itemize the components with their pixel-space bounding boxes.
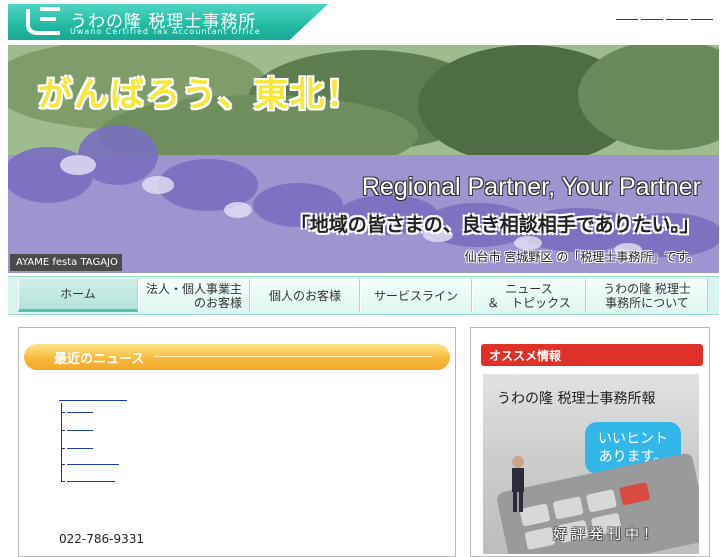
news-tree-tick: [61, 412, 65, 413]
news-tree-tick: [61, 430, 65, 431]
logo-icon[interactable]: [24, 6, 64, 36]
site-header: うわの隆 税理士事務所 Uwano Certified Tax Accounta…: [8, 0, 719, 42]
news-panel: 最近のニュース 022-786-9331: [18, 327, 456, 557]
top-link-4[interactable]: [691, 17, 713, 20]
nav-business-clients[interactable]: 法人・個人事業主 のお客様: [138, 279, 250, 312]
hero-headline: がんばろう、東北！: [38, 75, 362, 115]
news-tree-tick: [61, 481, 65, 482]
nav-about-office-label: うわの隆 税理士 事務所について: [603, 282, 691, 310]
nav-business-clients-label: 法人・個人事業主 のお客様: [146, 282, 242, 310]
hero-banner: がんばろう、東北！ Regional Partner, Your Partner…: [8, 45, 719, 273]
recommended-panel: オススメ情報 うわの隆 税理士事務所報 いいヒント あります。 好評発刊中！: [470, 327, 710, 557]
nav-home-label: ホーム: [60, 287, 96, 301]
news-link-2[interactable]: [67, 430, 93, 431]
newsletter-promo-banner[interactable]: うわの隆 税理士事務所報 いいヒント あります。 好評発刊中！: [483, 374, 699, 554]
hero-office-description: 仙台市 宮城野区 の「税理士事務所」です。: [464, 250, 699, 264]
promo-footer-text: 好評発刊中！: [553, 527, 661, 543]
hero-slogan-japanese: 「地域の皆さまの、良き相談相手でありたい。」: [290, 214, 699, 236]
promo-title: うわの隆 税理士事務所報: [497, 391, 656, 407]
news-tree-connector: [61, 403, 62, 481]
news-link-1[interactable]: [67, 412, 93, 413]
recommended-title: オススメ情報: [489, 349, 562, 363]
news-header-rule: [154, 356, 432, 357]
nav-news-topics-line2: ＆ トピックス: [487, 295, 571, 310]
recommended-header: オススメ情報: [481, 344, 703, 366]
main-navigation: ホーム 法人・個人事業主 のお客様 個人のお客様 サービスライン ニュース ＆ …: [8, 276, 719, 315]
brand-subtitle: Uwano Certified Tax Accountant Office: [70, 27, 261, 36]
hero-slogan: Regional Partner, Your Partner: [361, 173, 701, 201]
nav-about-office[interactable]: うわの隆 税理士 事務所について: [586, 279, 708, 312]
nav-news-topics[interactable]: ニュース ＆ トピックス: [472, 279, 586, 312]
news-tree-tick: [61, 448, 65, 449]
nav-business-clients-line1: 法人・個人事業主: [145, 281, 242, 296]
top-utility-links: [616, 17, 713, 20]
photo-caption: AYAME festa TAGAJO: [10, 254, 122, 271]
nav-about-office-line2: 事務所について: [605, 295, 689, 310]
news-section-header: 最近のニュース: [24, 344, 450, 370]
top-link-3[interactable]: [666, 17, 688, 20]
news-section-title: 最近のニュース: [54, 352, 145, 367]
nav-individual-clients[interactable]: 個人のお客様: [250, 279, 360, 312]
news-tree-tick: [61, 464, 65, 465]
nav-news-topics-line1: ニュース: [505, 281, 553, 296]
news-link-5[interactable]: [67, 481, 115, 482]
nav-home[interactable]: ホーム: [18, 279, 138, 312]
news-link-4[interactable]: [67, 464, 119, 465]
nav-service-line-label: サービスライン: [373, 288, 458, 303]
top-link-1[interactable]: [616, 17, 638, 20]
nav-news-topics-label: ニュース ＆ トピックス: [487, 282, 571, 310]
top-link-2[interactable]: [641, 17, 663, 20]
nav-business-clients-line2: のお客様: [193, 295, 242, 310]
phone-number: 022-786-9331: [59, 532, 145, 546]
nav-individual-clients-label: 個人のお客様: [268, 288, 341, 303]
news-link-root[interactable]: [59, 400, 127, 401]
news-link-3[interactable]: [67, 448, 93, 449]
nav-service-line[interactable]: サービスライン: [360, 279, 472, 312]
nav-about-office-line1: うわの隆 税理士: [603, 281, 691, 296]
